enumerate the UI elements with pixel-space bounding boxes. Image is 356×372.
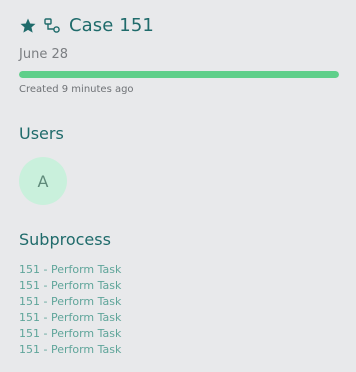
case-header: Case 151 — [19, 14, 154, 38]
case-panel: Case 151 June 28 Created 9 minutes ago U… — [0, 0, 356, 372]
subprocess-list: 151 - Perform Task 151 - Perform Task 15… — [19, 262, 121, 358]
subprocess-link[interactable]: 151 - Perform Task — [19, 342, 121, 358]
subprocess-link[interactable]: 151 - Perform Task — [19, 278, 121, 294]
avatar-initial: A — [37, 171, 49, 191]
case-title: Case 151 — [69, 15, 154, 36]
progress-bar — [19, 71, 339, 78]
users-heading: Users — [19, 124, 64, 143]
avatar[interactable]: A — [19, 157, 67, 205]
case-date: June 28 — [19, 47, 68, 62]
subprocess-link[interactable]: 151 - Perform Task — [19, 310, 121, 326]
progress-fill — [19, 71, 339, 78]
created-timestamp: Created 9 minutes ago — [19, 84, 134, 95]
subprocess-link[interactable]: 151 - Perform Task — [19, 326, 121, 342]
subprocess-heading: Subprocess — [19, 230, 111, 249]
subprocess-link[interactable]: 151 - Perform Task — [19, 262, 121, 278]
subprocess-link[interactable]: 151 - Perform Task — [19, 294, 121, 310]
star-icon[interactable] — [19, 17, 37, 35]
process-flow-icon — [43, 17, 61, 35]
